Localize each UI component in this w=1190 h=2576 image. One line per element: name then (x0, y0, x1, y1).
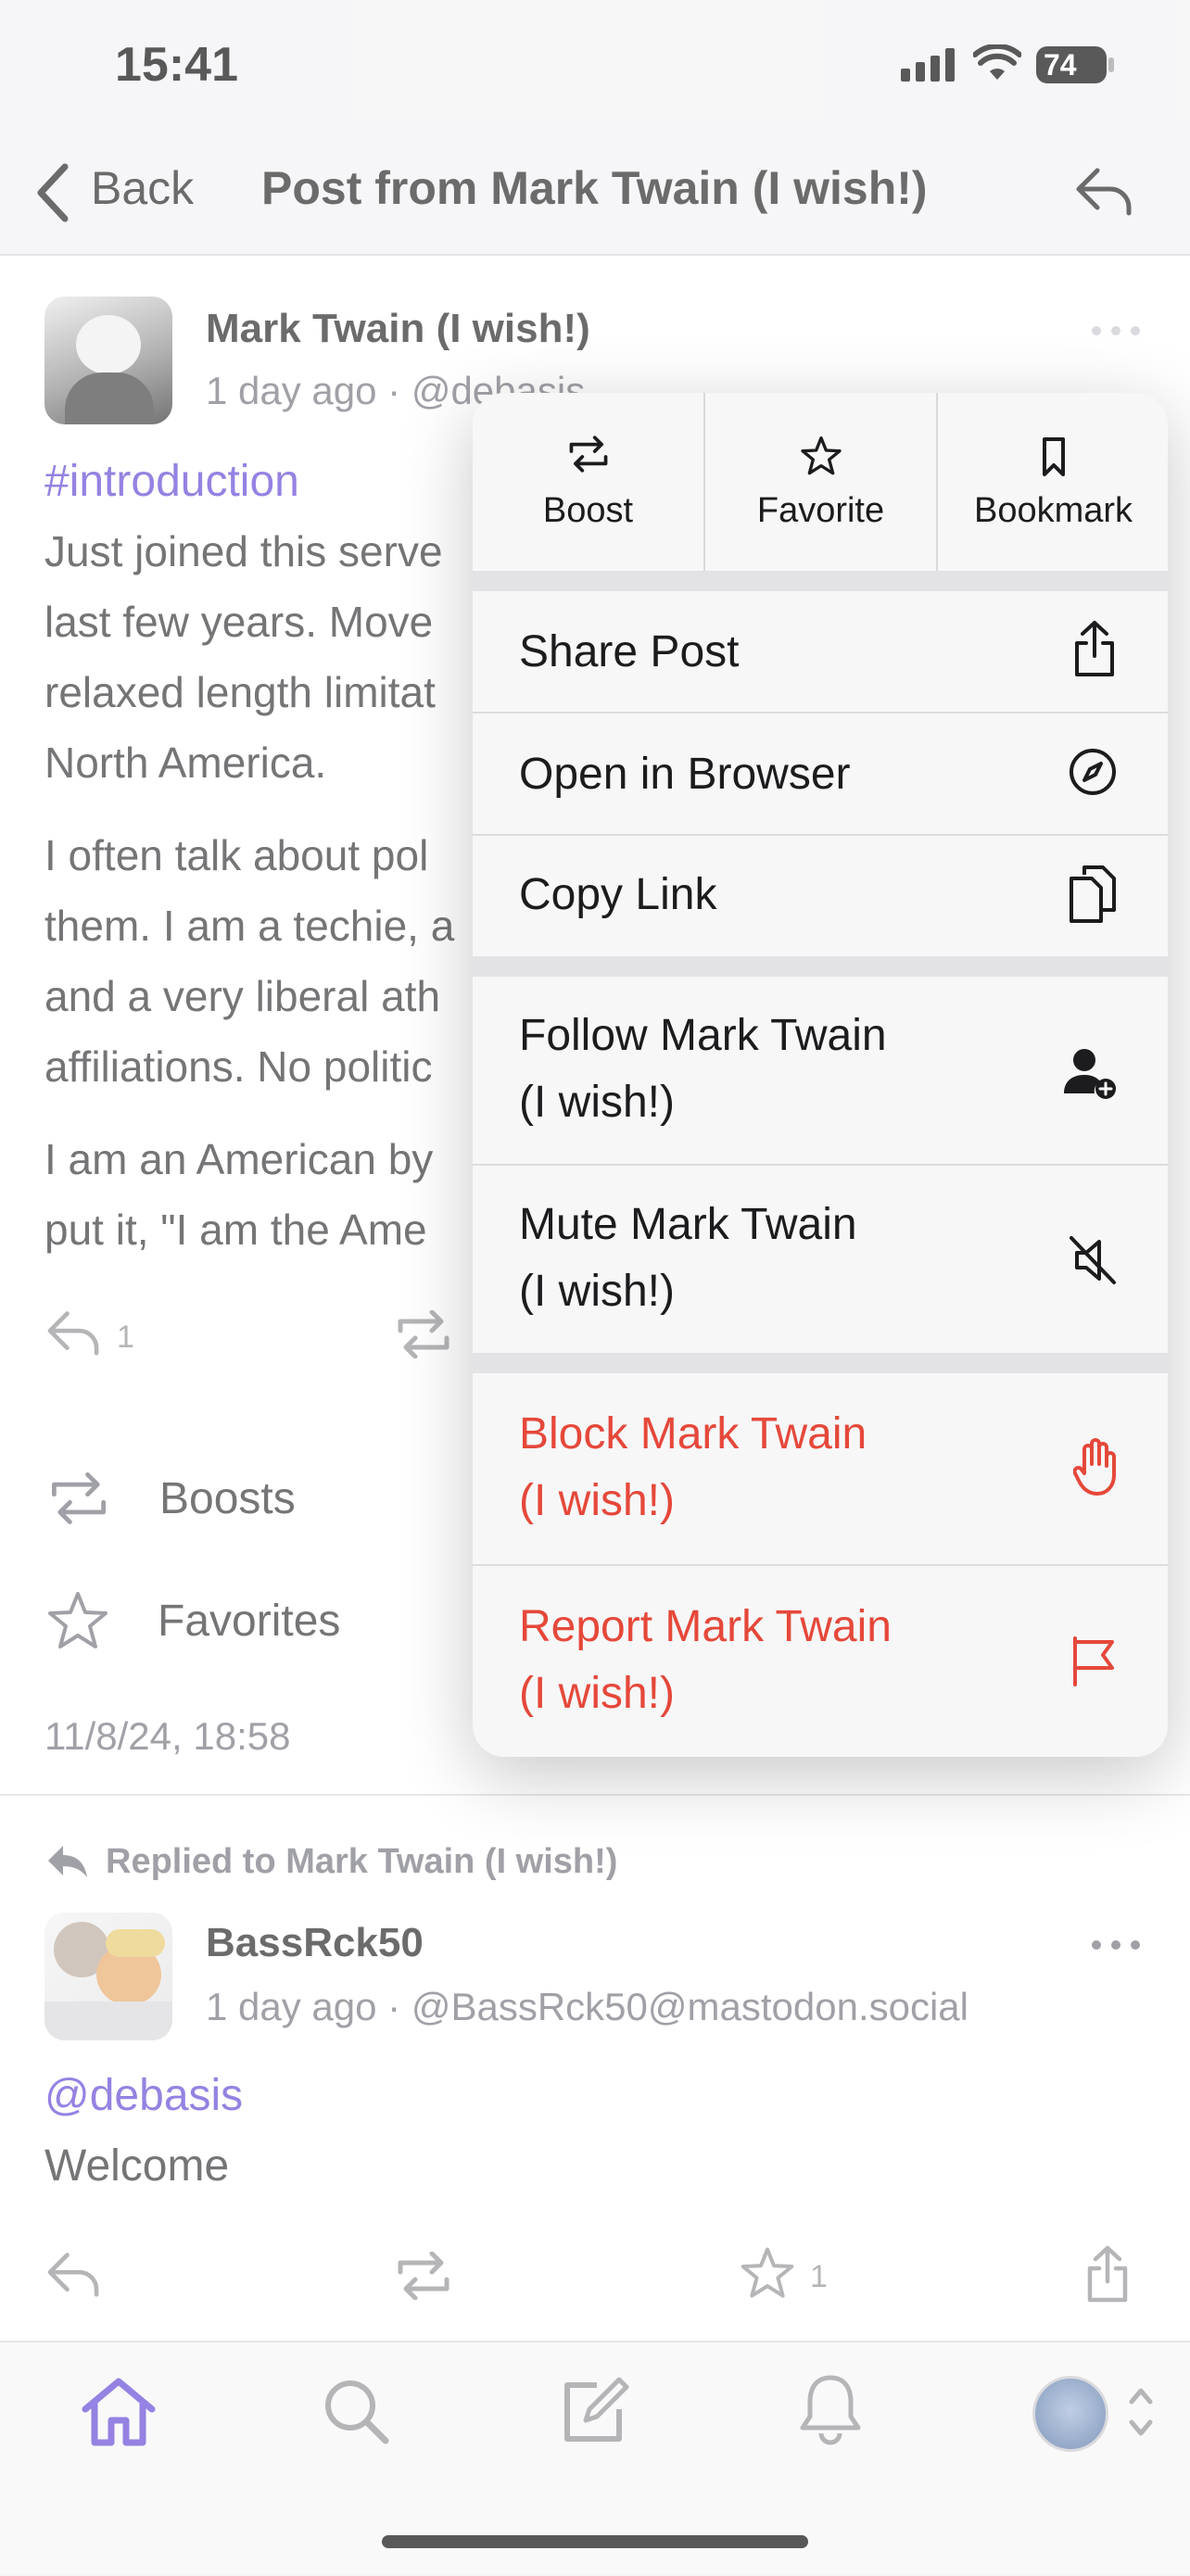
share-icon (1071, 619, 1118, 678)
follow-label-line: (I wish!) (519, 1078, 675, 1127)
block-label-line: Block Mark Twain (519, 1409, 867, 1458)
report-label-line: (I wish!) (519, 1669, 675, 1718)
boost-label: Boost (542, 491, 634, 530)
follow-label-line: Follow Mark Twain (519, 1011, 887, 1060)
speaker-muted-icon (1068, 1234, 1118, 1286)
bookmark-action[interactable]: Bookmark (938, 393, 1168, 571)
section-gap (473, 1353, 1168, 1373)
boost-icon (567, 436, 610, 473)
follow-label: Follow Mark Twain (I wish!) (519, 1003, 887, 1136)
section-gap (473, 956, 1168, 977)
hand-raised-icon (1073, 1438, 1118, 1497)
compass-icon (1068, 747, 1118, 797)
person-add-icon (1062, 1047, 1118, 1101)
context-menu: Boost Favorite Bookmark Share Post Open … (473, 393, 1168, 1757)
star-icon (800, 436, 842, 476)
favorite-action[interactable]: Favorite (705, 393, 936, 571)
copy-link-label: Copy Link (519, 870, 717, 919)
report-label-line: Report Mark Twain (519, 1602, 892, 1651)
boost-action[interactable]: Boost (473, 393, 703, 571)
mute-item[interactable]: Mute Mark Twain (I wish!) (473, 1166, 1168, 1353)
mute-label-line: Mute Mark Twain (519, 1200, 857, 1249)
section-gap (473, 571, 1168, 591)
flag-icon (1070, 1635, 1118, 1686)
follow-item[interactable]: Follow Mark Twain (I wish!) (473, 977, 1168, 1164)
share-post-item[interactable]: Share Post (473, 591, 1168, 712)
block-label: Block Mark Twain (I wish!) (519, 1401, 867, 1534)
bookmark-label: Bookmark (973, 491, 1133, 530)
open-in-browser-item[interactable]: Open in Browser (473, 713, 1168, 834)
mute-label: Mute Mark Twain (I wish!) (519, 1192, 857, 1325)
report-label: Report Mark Twain (I wish!) (519, 1594, 892, 1727)
mute-label-line: (I wish!) (519, 1267, 675, 1316)
copy-link-item[interactable]: Copy Link (473, 836, 1168, 956)
favorite-label: Favorite (756, 491, 885, 530)
copy-icon (1068, 864, 1118, 925)
block-item[interactable]: Block Mark Twain (I wish!) (473, 1373, 1168, 1564)
block-label-line: (I wish!) (519, 1476, 675, 1525)
share-post-label: Share Post (519, 627, 740, 676)
bookmark-icon (1032, 436, 1075, 478)
open-in-browser-label: Open in Browser (519, 750, 851, 799)
report-item[interactable]: Report Mark Twain (I wish!) (473, 1566, 1168, 1757)
